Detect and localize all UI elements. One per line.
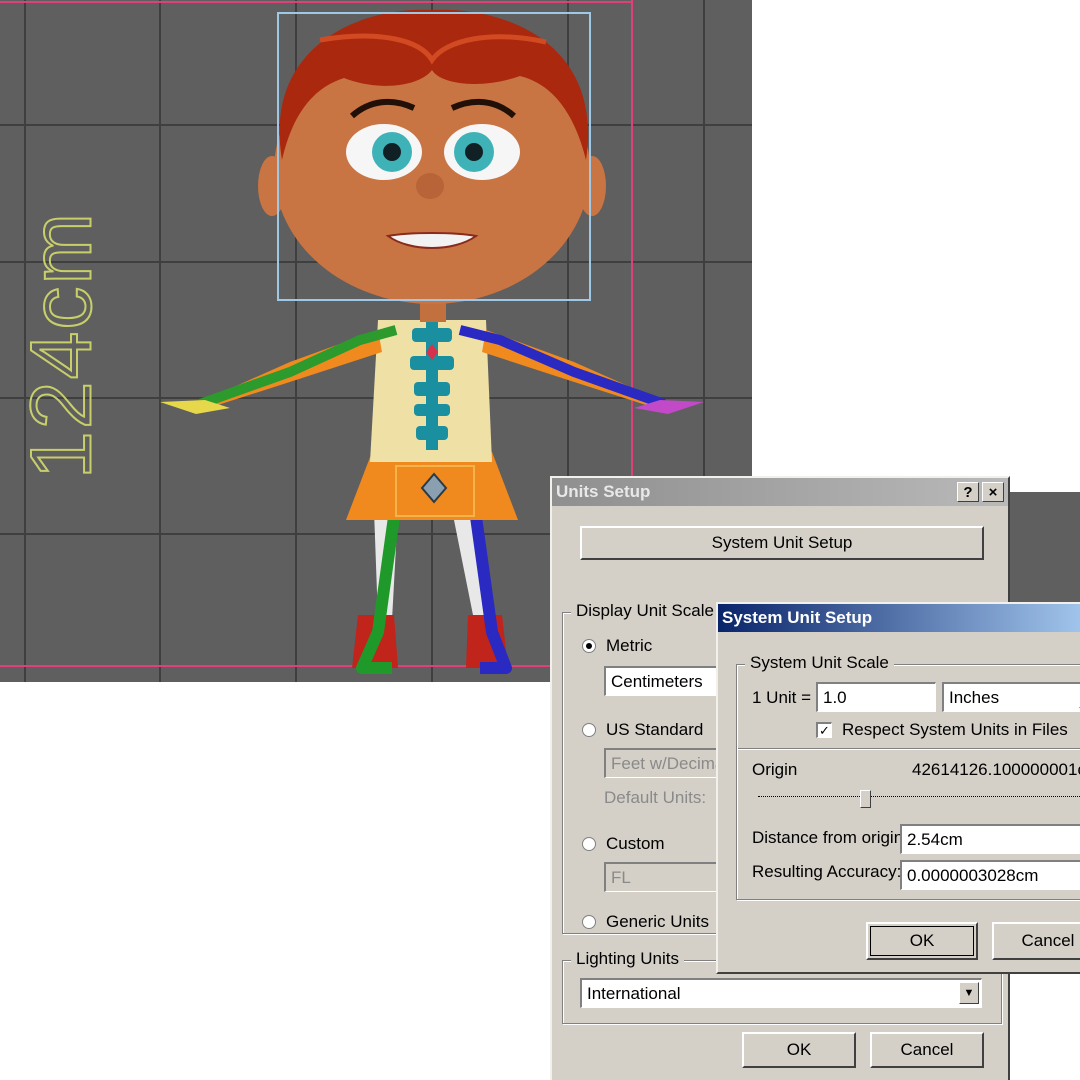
check-icon[interactable]: ✓ [816,722,832,738]
radio-generic-units-dot[interactable] [582,915,596,929]
display-unit-scale-title: Display Unit Scale [571,601,719,621]
radio-us-standard-dot[interactable] [582,723,596,737]
radio-us-standard[interactable]: US Standard [582,720,703,740]
radio-metric-dot[interactable] [582,639,596,653]
resulting-accuracy-field[interactable]: 0.0000003028cm [900,860,1080,890]
chevron-down-icon[interactable]: ▼ [959,982,979,1004]
origin-label: Origin [752,760,798,779]
units-ok-button[interactable]: OK [742,1032,856,1068]
system-unit-setup-dialog: System Unit Setup System Unit Scale 1 Un… [716,602,1080,974]
radio-custom[interactable]: Custom [582,834,665,854]
unit-equals-label: 1 Unit = [752,688,812,707]
height-measure-label: 124cm [13,210,111,480]
respect-system-units-label: Respect System Units in Files [842,720,1068,739]
origin-slider-track[interactable] [758,796,1080,798]
us-standard-select[interactable]: Feet w/Decimal Inches [604,748,724,778]
system-unit-setup-button[interactable]: System Unit Setup [580,526,984,560]
units-setup-title: Units Setup [556,482,651,501]
radio-generic-units-label: Generic Units [606,912,709,931]
radio-metric-label: Metric [606,636,653,655]
close-button[interactable]: × [982,482,1004,502]
radio-generic-units[interactable]: Generic Units [582,912,709,932]
origin-slider-thumb[interactable] [860,790,871,808]
units-cancel-button[interactable]: Cancel [870,1032,984,1068]
lighting-units-title: Lighting Units [571,949,685,969]
system-unit-scale-title: System Unit Scale [745,653,894,673]
units-setup-titlebar[interactable]: Units Setup ? × [552,478,1008,506]
radio-us-standard-label: US Standard [606,720,704,739]
radio-metric[interactable]: Metric [582,636,652,656]
lighting-units-select[interactable]: International ▼ [580,978,982,1008]
system-unit-setup-titlebar[interactable]: System Unit Setup [718,604,1080,632]
lighting-units-value: International [587,983,681,1003]
radio-custom-label: Custom [606,834,665,853]
distance-from-origin-field[interactable]: 2.54cm [900,824,1080,854]
resulting-accuracy-label: Resulting Accuracy: [752,862,902,881]
unit-type-value: Inches [949,687,1000,707]
metric-units-select[interactable]: Centimeters [604,666,724,696]
divider [738,748,1080,750]
system-ok-button[interactable]: OK [866,922,978,960]
system-unit-setup-title: System Unit Setup [722,608,873,627]
radio-custom-dot[interactable] [582,837,596,851]
unit-value-field[interactable]: 1.0 [816,682,936,712]
help-button[interactable]: ? [957,482,979,502]
unit-type-select[interactable]: Inches ▼ [942,682,1080,712]
system-cancel-button[interactable]: Cancel [992,922,1080,960]
origin-value: 42614126.100000001cm [912,760,1080,779]
custom-unit-field[interactable]: FL [604,862,724,892]
distance-from-origin-label: Distance from origin: [752,828,908,847]
respect-system-units-checkbox[interactable]: ✓ Respect System Units in Files [816,720,1068,740]
viewport-edge [1000,492,1080,604]
default-units-label: Default Units: [604,788,707,807]
